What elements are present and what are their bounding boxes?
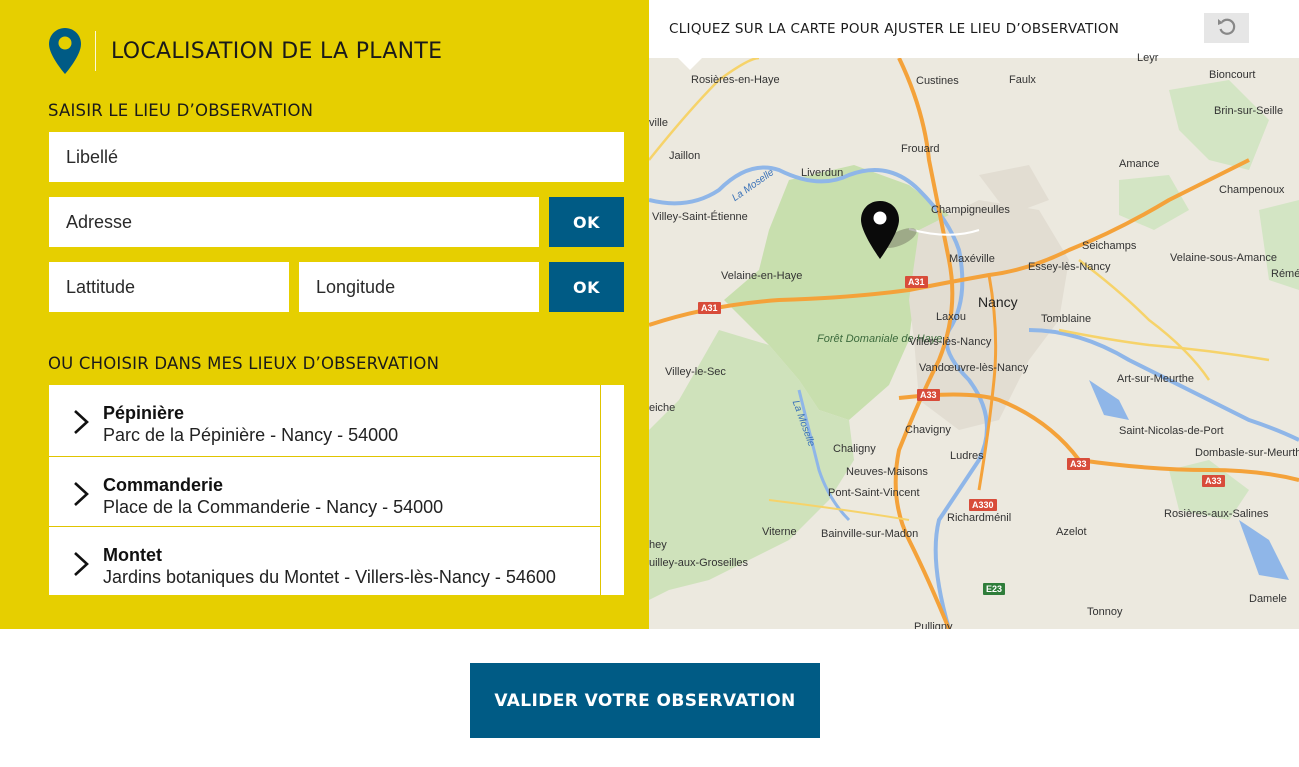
map-background: [649, 0, 1299, 629]
panel-header: LOCALISATION DE LA PLANTE: [48, 26, 442, 76]
map-label: Neuves-Maisons: [846, 466, 928, 478]
places-scrollbar[interactable]: [602, 385, 624, 595]
place-name: Montet: [103, 545, 162, 565]
location-pin-icon: [49, 28, 81, 74]
map-label: Richardménil: [947, 512, 1012, 524]
place-address: Place de la Commanderie - Nancy - 54000: [103, 497, 444, 517]
chevron-right-icon: [74, 410, 89, 434]
map-label: Saint-Nicolas-de-Port: [1119, 425, 1224, 437]
map-label-forest: Forêt Domaniale de Haye: [817, 333, 942, 345]
map-label: Custines: [916, 75, 959, 87]
map-bar-notch: [677, 57, 703, 70]
map-label: Seichamps: [1082, 240, 1137, 252]
latitude-input[interactable]: [49, 262, 289, 312]
places-section-title: OU CHOISIR DANS MES LIEUX D’OBSERVATION: [48, 354, 440, 373]
entry-section-title: SAISIR LE LIEU D’OBSERVATION: [48, 101, 314, 120]
map-label: Tomblaine: [1041, 313, 1092, 325]
map-label: Essey-lès-Nancy: [1028, 261, 1111, 273]
validate-observation-button[interactable]: VALIDER VOTRE OBSERVATION: [470, 663, 820, 738]
road-shield: E23: [983, 583, 1006, 595]
map-label: Champenoux: [1219, 184, 1285, 196]
map-label: Liverdun: [801, 167, 844, 179]
place-name: Pépinière: [103, 403, 185, 423]
page-title: LOCALISATION DE LA PLANTE: [111, 38, 443, 64]
place-address: Parc de la Pépinière - Nancy - 54000: [103, 425, 399, 445]
map-label: Art-sur-Meurthe: [1117, 373, 1195, 385]
saved-places-list: Pépinière Parc de la Pépinière - Nancy -…: [49, 385, 601, 595]
map-label: ville: [649, 117, 668, 129]
place-address: Jardins botaniques du Montet - Villers-l…: [103, 567, 556, 587]
map-label: Vandœuvre-lès-Nancy: [919, 362, 1029, 374]
address-input[interactable]: [49, 197, 539, 247]
map-label: Champigneulles: [931, 204, 1010, 216]
road-shield: A31: [698, 302, 721, 314]
address-ok-button[interactable]: OK: [549, 197, 624, 247]
map-label: hey: [649, 539, 667, 551]
map-label: Faulx: [1009, 74, 1036, 86]
map-label: Rosières-en-Haye: [691, 74, 780, 86]
place-item-commanderie[interactable]: Commanderie Place de la Commanderie - Na…: [49, 457, 600, 527]
map-instruction: CLIQUEZ SUR LA CARTE POUR AJUSTER LE LIE…: [669, 21, 1120, 37]
map-label: Chavigny: [905, 424, 951, 436]
map-label: Brin-sur-Seille: [1214, 105, 1284, 117]
map-label: Amance: [1119, 158, 1160, 170]
map-label: Bainville-sur-Madon: [821, 528, 919, 540]
saved-places-box: Pépinière Parc de la Pépinière - Nancy -…: [49, 385, 624, 595]
map-marker-icon[interactable]: [860, 200, 920, 262]
road-shield: A33: [1202, 475, 1225, 487]
map-label: uilley-aux-Groseilles: [649, 557, 749, 569]
place-item-pepiniere[interactable]: Pépinière Parc de la Pépinière - Nancy -…: [49, 385, 600, 457]
map-label: Velaine-sous-Amance: [1170, 252, 1278, 264]
map-label: Velaine-en-Haye: [721, 270, 803, 282]
map-label: Bioncourt: [1209, 69, 1256, 81]
longitude-input[interactable]: [299, 262, 539, 312]
map-label: Ludres: [950, 450, 984, 462]
map-label: Viterne: [762, 526, 797, 538]
map-label: Maxéville: [949, 253, 995, 265]
map-label: Rosières-aux-Salines: [1164, 508, 1269, 520]
map-label: Chaligny: [833, 443, 876, 455]
map-label: Dombasle-sur-Meurthe: [1195, 447, 1299, 459]
coordinates-ok-button[interactable]: OK: [549, 262, 624, 312]
header-divider: [95, 31, 96, 71]
map-label: Damele: [1249, 593, 1287, 605]
map-label: Jaillon: [669, 150, 701, 162]
map-label: eiche: [649, 402, 676, 414]
road-shield: A33: [917, 389, 940, 401]
reset-map-button[interactable]: [1204, 13, 1249, 43]
map-label: Leyr: [1137, 52, 1159, 64]
map-label: Frouard: [901, 143, 940, 155]
location-form-panel: LOCALISATION DE LA PLANTE SAISIR LE LIEU…: [0, 0, 649, 629]
map-label: Tonnoy: [1087, 606, 1123, 618]
map[interactable]: CLIQUEZ SUR LA CARTE POUR AJUSTER LE LIE…: [649, 0, 1299, 629]
map-instruction-bar: CLIQUEZ SUR LA CARTE POUR AJUSTER LE LIE…: [649, 0, 1299, 58]
road-shield: A330: [969, 499, 997, 511]
map-label: Rémé: [1271, 268, 1299, 280]
map-label: Azelot: [1056, 526, 1087, 538]
road-shield: A31: [905, 276, 928, 288]
map-label: Villey-le-Sec: [665, 366, 726, 378]
map-label: Pont-Saint-Vincent: [828, 487, 920, 499]
label-input[interactable]: [49, 132, 624, 182]
place-name: Commanderie: [103, 475, 224, 495]
place-item-montet[interactable]: Montet Jardins botaniques du Montet - Vi…: [49, 527, 600, 595]
road-shield: A33: [1067, 458, 1090, 470]
chevron-right-icon: [74, 482, 89, 506]
map-label: Villey-Saint-Étienne: [652, 211, 748, 223]
map-label: Pulligny: [914, 621, 953, 629]
map-label: Laxou: [936, 311, 966, 323]
undo-icon: [1217, 18, 1235, 35]
map-label-city: Nancy: [978, 294, 1018, 310]
map-label: Villers-lès-Nancy: [909, 336, 992, 348]
chevron-right-icon: [74, 552, 89, 576]
